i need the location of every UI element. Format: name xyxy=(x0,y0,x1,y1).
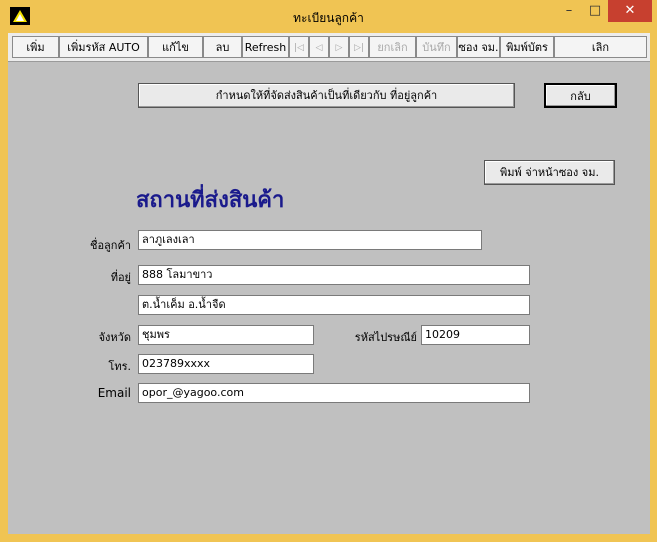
toolbar: เพิ่ม เพิ่มรหัส AUTO แก้ไข ลบ Refresh |◁… xyxy=(8,33,650,62)
postcode-field[interactable]: 10209 xyxy=(421,325,530,345)
address-line2-field[interactable]: ต.น้ำเค็ม อ.น้ำจืด xyxy=(138,295,530,315)
add-auto-code-button[interactable]: เพิ่มรหัส AUTO xyxy=(59,36,148,58)
shipping-form-panel: กำหนดให้ที่จัดส่งสินค้าเป็นที่เดียวกับ ท… xyxy=(8,62,650,534)
nav-last-button[interactable]: ▷| xyxy=(349,36,369,58)
email-field[interactable]: opor_@yagoo.com xyxy=(138,383,530,403)
refresh-button[interactable]: Refresh xyxy=(242,36,289,58)
email-label: Email xyxy=(97,386,131,400)
postcode-label: รหัสไปรษณีย์ xyxy=(354,331,417,344)
address-line1-field[interactable]: 888 โลมาขาว xyxy=(138,265,530,285)
phone-label: โทร. xyxy=(108,360,131,373)
add-button[interactable]: เพิ่ม xyxy=(12,36,59,58)
save-button[interactable]: บันทึก xyxy=(416,36,457,58)
print-envelope-button[interactable]: พิมพ์ จ่าหน้าซอง จม. xyxy=(484,160,615,185)
edit-button[interactable]: แก้ไข xyxy=(148,36,203,58)
address-label: ที่อยู่ xyxy=(110,271,131,284)
app-window: ทะเบียนลูกค้า – □ ✕ เพิ่ม เพิ่มรหัส AUTO… xyxy=(0,0,657,542)
back-button[interactable]: กลับ xyxy=(544,83,617,108)
nav-first-button[interactable]: |◁ xyxy=(289,36,309,58)
page-heading: สถานที่ส่งสินค้า xyxy=(136,188,285,213)
customer-name-label: ชื่อลูกค้า xyxy=(89,239,131,252)
nav-next-button[interactable]: ▷ xyxy=(329,36,349,58)
exit-button[interactable]: เลิก xyxy=(554,36,647,58)
province-label: จังหวัด xyxy=(98,331,131,344)
envelope-button[interactable]: ซอง จม. xyxy=(457,36,500,58)
delete-button[interactable]: ลบ xyxy=(203,36,242,58)
phone-field[interactable]: 023789xxxx xyxy=(138,354,314,374)
print-card-button[interactable]: พิมพ์บัตร xyxy=(500,36,554,58)
province-field[interactable]: ชุมพร xyxy=(138,325,314,345)
same-as-address-button[interactable]: กำหนดให้ที่จัดส่งสินค้าเป็นที่เดียวกับ ท… xyxy=(138,83,515,108)
close-button[interactable]: ✕ xyxy=(608,0,652,22)
cancel-button[interactable]: ยกเลิก xyxy=(369,36,416,58)
title-bar[interactable]: ทะเบียนลูกค้า – □ ✕ xyxy=(0,0,657,33)
customer-name-field[interactable]: ลาภูเลงเลา xyxy=(138,230,482,250)
nav-prev-button[interactable]: ◁ xyxy=(309,36,329,58)
minimize-button[interactable]: – xyxy=(556,0,582,22)
maximize-button[interactable]: □ xyxy=(582,0,608,22)
